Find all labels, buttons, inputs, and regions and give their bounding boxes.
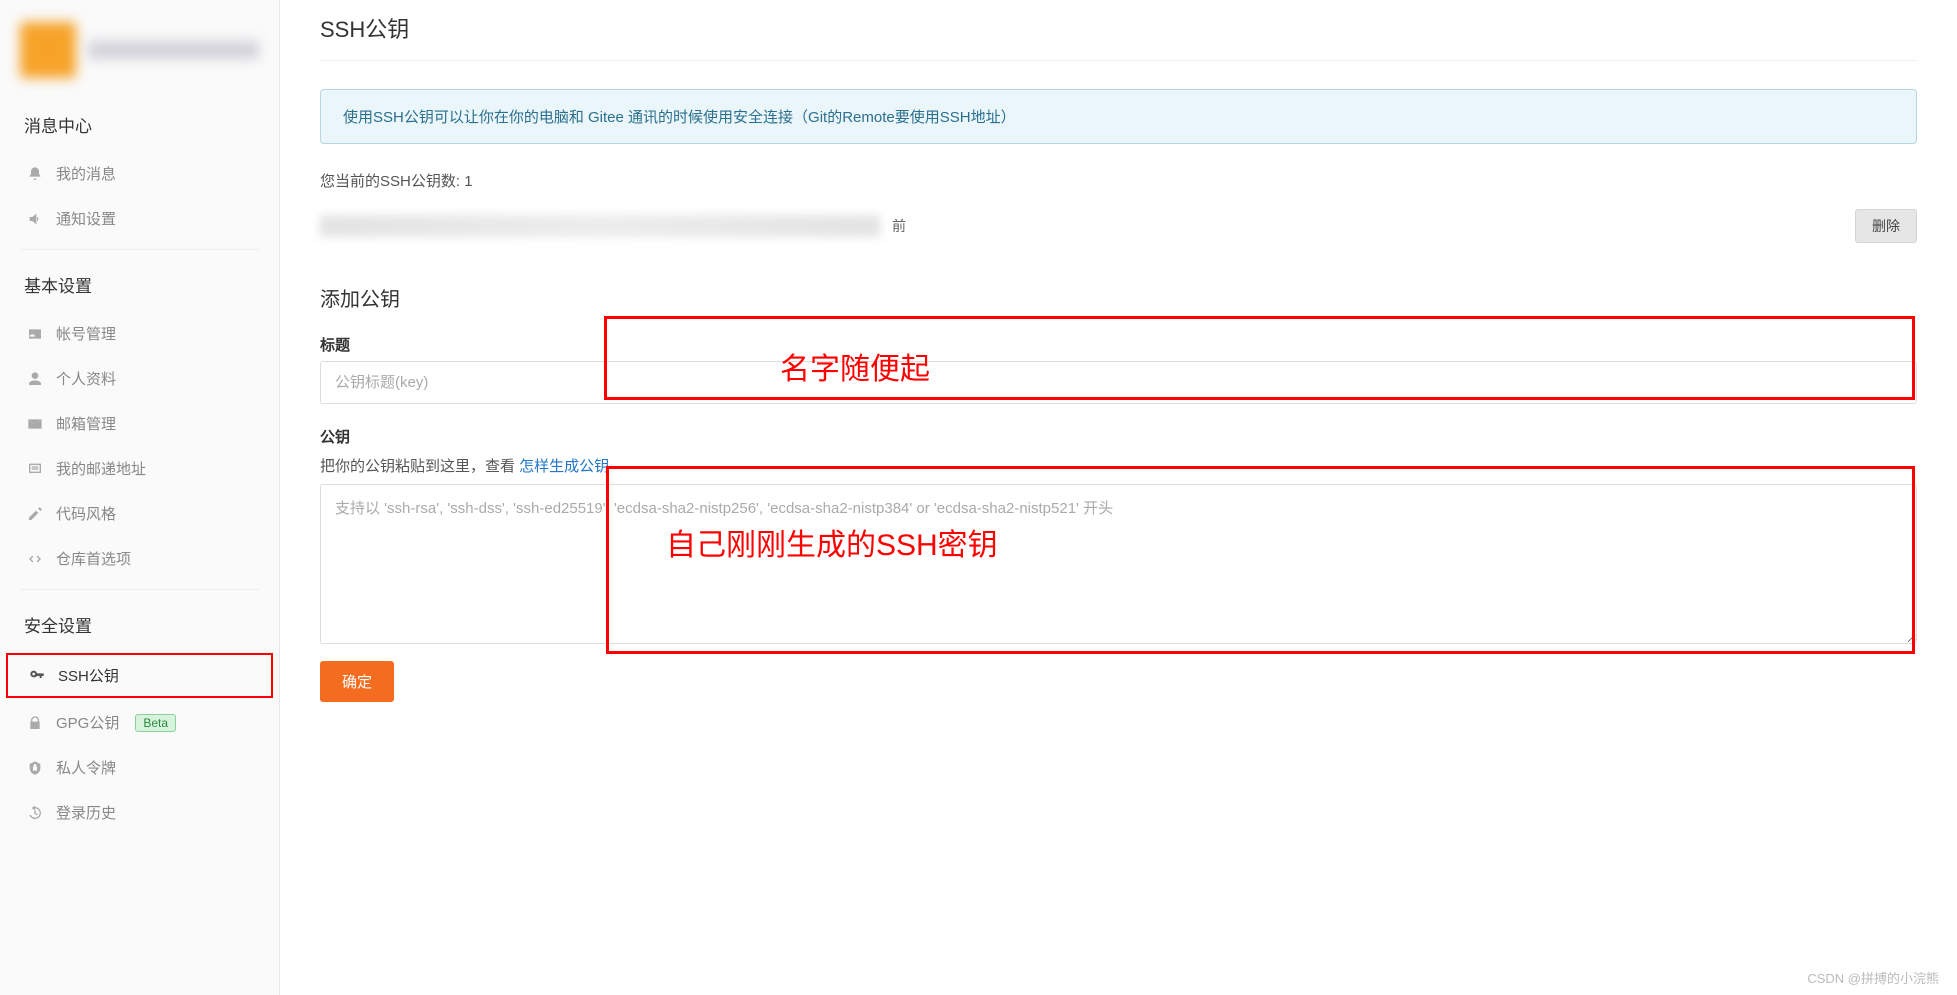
sidebar-item-label: 帐号管理 bbox=[56, 323, 116, 344]
divider bbox=[20, 249, 259, 250]
info-banner: 使用SSH公钥可以让你在你的电脑和 Gitee 通讯的时候使用安全连接（Git的… bbox=[320, 89, 1917, 144]
sidebar-item-email-mgmt[interactable]: 邮箱管理 bbox=[0, 401, 279, 446]
profile-section bbox=[0, 8, 279, 98]
divider bbox=[20, 589, 259, 590]
token-icon bbox=[26, 760, 44, 776]
watermark: CSDN @拼搏的小浣熊 bbox=[1807, 968, 1939, 987]
sidebar-item-code-style[interactable]: 代码风格 bbox=[0, 491, 279, 536]
volume-icon bbox=[26, 211, 44, 227]
pubkey-textarea[interactable] bbox=[320, 484, 1917, 644]
sidebar-item-notify-settings[interactable]: 通知设置 bbox=[0, 196, 279, 241]
key-icon bbox=[28, 668, 46, 684]
sidebar-item-label: GPG公钥 bbox=[56, 712, 119, 733]
username-blur bbox=[88, 41, 259, 59]
sidebar-item-mail-address[interactable]: 我的邮递地址 bbox=[0, 446, 279, 491]
sidebar-item-label: 我的消息 bbox=[56, 163, 116, 184]
sidebar-item-ssh-keys[interactable]: SSH公钥 bbox=[8, 655, 271, 696]
pubkey-hint-prefix: 把你的公钥粘贴到这里，查看 bbox=[320, 458, 519, 475]
sidebar-item-label: 私人令牌 bbox=[56, 757, 116, 778]
sidebar-item-label: 代码风格 bbox=[56, 503, 116, 524]
beta-badge: Beta bbox=[135, 714, 176, 732]
main-content: SSH公钥 使用SSH公钥可以让你在你的电脑和 Gitee 通讯的时候使用安全连… bbox=[280, 0, 1957, 995]
sidebar-item-login-history[interactable]: 登录历史 bbox=[0, 790, 279, 835]
code-icon bbox=[26, 551, 44, 567]
bell-icon bbox=[26, 166, 44, 182]
sidebar-item-label: 邮箱管理 bbox=[56, 413, 116, 434]
sidebar-heading-message-center: 消息中心 bbox=[0, 98, 279, 151]
lock-icon bbox=[26, 715, 44, 731]
sidebar-item-profile[interactable]: 个人资料 bbox=[0, 356, 279, 401]
pubkey-field-label: 公钥 bbox=[320, 426, 1917, 447]
delete-key-button[interactable]: 删除 bbox=[1855, 209, 1917, 243]
history-icon bbox=[26, 805, 44, 821]
sidebar-item-account-mgmt[interactable]: 帐号管理 bbox=[0, 311, 279, 356]
key-time-suffix: 前 bbox=[892, 216, 906, 236]
sidebar-heading-security-settings: 安全设置 bbox=[0, 598, 279, 651]
address-icon bbox=[26, 461, 44, 477]
key-count-prefix: 您当前的SSH公钥数: bbox=[320, 173, 464, 190]
sidebar-item-label: 我的邮递地址 bbox=[56, 458, 146, 479]
sidebar-item-personal-tokens[interactable]: 私人令牌 bbox=[0, 745, 279, 790]
sidebar-item-my-messages[interactable]: 我的消息 bbox=[0, 151, 279, 196]
sidebar-item-label: 通知设置 bbox=[56, 208, 116, 229]
sidebar-item-label: SSH公钥 bbox=[58, 665, 119, 686]
sidebar-item-label: 个人资料 bbox=[56, 368, 116, 389]
key-count-value: 1 bbox=[464, 173, 472, 190]
add-key-heading: 添加公钥 bbox=[320, 283, 1917, 312]
sidebar-item-label: 登录历史 bbox=[56, 802, 116, 823]
sidebar-item-label: 仓库首选项 bbox=[56, 548, 131, 569]
sidebar: 消息中心 我的消息 通知设置 基本设置 帐号管理 个人资料 邮箱管理 bbox=[0, 0, 280, 995]
sidebar-heading-basic-settings: 基本设置 bbox=[0, 258, 279, 311]
page-title: SSH公钥 bbox=[320, 8, 1917, 61]
confirm-button[interactable]: 确定 bbox=[320, 661, 394, 702]
avatar bbox=[20, 22, 76, 78]
user-icon bbox=[26, 371, 44, 387]
sidebar-item-gpg-keys[interactable]: GPG公钥 Beta bbox=[0, 700, 279, 745]
sidebar-item-repo-prefs[interactable]: 仓库首选项 bbox=[0, 536, 279, 581]
active-highlight-box: SSH公钥 bbox=[6, 653, 273, 698]
existing-key-row: 前 删除 bbox=[320, 209, 1917, 243]
key-title-input[interactable] bbox=[320, 361, 1917, 404]
key-fingerprint-blur bbox=[320, 215, 880, 237]
pubkey-hint: 把你的公钥粘贴到这里，查看 怎样生成公钥 bbox=[320, 455, 1917, 476]
pencil-icon bbox=[26, 506, 44, 522]
title-field-label: 标题 bbox=[320, 334, 1917, 355]
pubkey-hint-link[interactable]: 怎样生成公钥 bbox=[519, 458, 609, 475]
envelope-icon bbox=[26, 416, 44, 432]
key-count-line: 您当前的SSH公钥数: 1 bbox=[320, 170, 1917, 191]
id-card-icon bbox=[26, 326, 44, 342]
